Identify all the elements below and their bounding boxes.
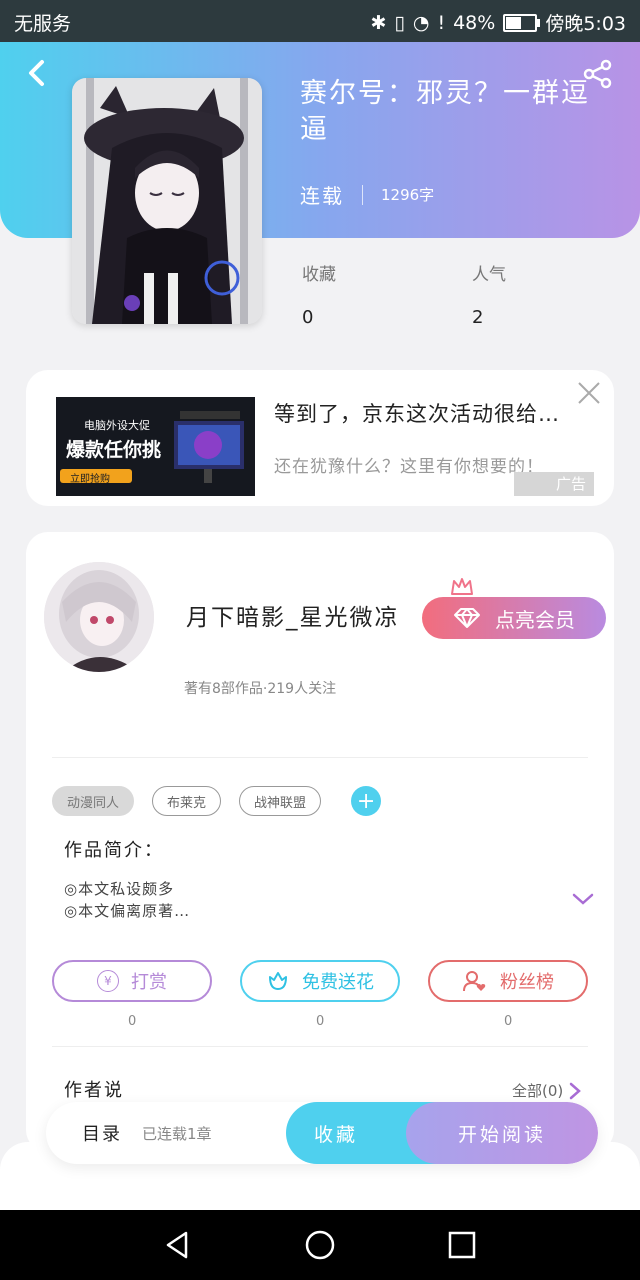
back-nav-icon[interactable] bbox=[160, 1227, 196, 1263]
ad-subtitle: 还在犹豫什么？这里有你想要的！ bbox=[274, 457, 544, 477]
vip-button[interactable]: 点亮会员 bbox=[422, 597, 606, 639]
tag-item[interactable]: 战神联盟 bbox=[239, 786, 322, 816]
add-tag-button[interactable]: + bbox=[351, 786, 382, 816]
author-stats: 著有8部作品·219人关注 bbox=[184, 681, 337, 697]
popularity-value: 2 bbox=[472, 307, 484, 328]
favorites-label: 收藏 bbox=[302, 265, 336, 285]
popularity-label: 人气 bbox=[472, 265, 506, 285]
send-flower-button[interactable]: 免费送花 bbox=[240, 960, 400, 1002]
system-nav-bar bbox=[0, 1210, 640, 1280]
author-say-title: 作者说 bbox=[64, 1080, 124, 1101]
start-reading-label: 开始阅读 bbox=[457, 1123, 546, 1146]
recents-nav-icon[interactable] bbox=[444, 1227, 480, 1263]
vibrate-icon: ▯ bbox=[394, 11, 405, 34]
ad-image-brand: 电脑外设大促 bbox=[84, 419, 150, 432]
intro-title: 作品简介： bbox=[64, 840, 164, 861]
reward-count: 0 bbox=[128, 1014, 137, 1029]
ad-title[interactable]: 等到了，京东这次活动很给… bbox=[274, 398, 560, 428]
vip-button-label: 点亮会员 bbox=[495, 607, 575, 632]
favorite-label: 收藏 bbox=[314, 1123, 359, 1146]
author-card: 月下暗影_星光微凉 点亮会员 著有8部作品·219人关注 动漫同人 布莱克 战神… bbox=[26, 532, 614, 1152]
favorites-stat: 收藏 0 bbox=[302, 260, 336, 328]
clock: 傍晚5:03 bbox=[545, 13, 626, 35]
fans-label: 粉丝榜 bbox=[500, 972, 554, 993]
carrier-label: 无服务 bbox=[14, 13, 72, 35]
toc-button[interactable]: 目录 bbox=[82, 1120, 122, 1146]
intro-line: ◎本文私设颇多 bbox=[64, 880, 175, 898]
bottom-action-bar: 目录 已连载1章 收藏 开始阅读 bbox=[46, 1102, 598, 1164]
bluetooth-icon: ✱ bbox=[370, 11, 387, 34]
ad-image-cta: 立即抢购 bbox=[70, 474, 110, 485]
section-divider bbox=[52, 757, 588, 758]
status-icons: ✱ ▯ ◔ ! 48% 傍晚5:03 bbox=[370, 9, 626, 36]
section-divider bbox=[52, 1046, 588, 1047]
intro-line: ◎本文偏离原著… bbox=[64, 902, 191, 920]
avatar[interactable] bbox=[44, 562, 154, 672]
reward-label: 打赏 bbox=[131, 972, 167, 993]
favorites-value: 0 bbox=[302, 307, 314, 328]
serial-status: 连载 bbox=[300, 184, 344, 208]
ad-image-headline: 爆款任你挑 bbox=[66, 439, 162, 461]
status-bar: 无服务 ✱ ▯ ◔ ! 48% 傍晚5:03 bbox=[0, 0, 640, 42]
wifi-icon: ◔ bbox=[412, 11, 430, 34]
reward-button[interactable]: ¥ 打赏 bbox=[52, 960, 212, 1002]
battery-icon bbox=[503, 13, 541, 32]
home-nav-icon[interactable] bbox=[302, 1227, 338, 1263]
diamond-icon bbox=[454, 608, 480, 628]
tag-list: 动漫同人 布莱克 战神联盟 + bbox=[52, 786, 382, 816]
ad-badge-label: 广告 bbox=[555, 475, 586, 493]
flower-label: 免费送花 bbox=[302, 972, 374, 993]
word-count: 1296字 bbox=[381, 186, 435, 204]
popularity-stat: 人气 2 bbox=[472, 260, 506, 328]
chevron-down-icon[interactable] bbox=[572, 892, 594, 906]
tag-item[interactable]: 布莱克 bbox=[152, 786, 222, 816]
crown-icon bbox=[451, 578, 473, 595]
back-icon[interactable] bbox=[22, 58, 52, 88]
ad-image[interactable]: 电脑外设大促 爆款任你挑 立即抢购 bbox=[56, 397, 255, 496]
meta-divider bbox=[362, 184, 363, 205]
author-name[interactable]: 月下暗影_星光微凉 bbox=[186, 598, 400, 632]
close-icon[interactable] bbox=[576, 380, 602, 406]
chevron-right-icon bbox=[570, 1082, 582, 1099]
alert-icon: ! bbox=[437, 11, 446, 34]
chapter-status: 已连载1章 bbox=[142, 1125, 212, 1143]
fans-rank-button[interactable]: 粉丝榜 bbox=[428, 960, 588, 1002]
book-cover-image[interactable] bbox=[72, 78, 262, 324]
battery-percent: 48% bbox=[453, 11, 496, 34]
flower-count: 0 bbox=[316, 1014, 325, 1029]
all-link-label: 全部(0) bbox=[512, 1082, 564, 1100]
start-reading-button[interactable]: 开始阅读 bbox=[406, 1102, 598, 1164]
ad-badge: 广告 bbox=[514, 472, 594, 496]
ad-banner[interactable]: 电脑外设大促 爆款任你挑 立即抢购 等到了，京东这次活动很给… 还在犹豫什么？这… bbox=[26, 370, 614, 506]
author-say-all-link[interactable]: 全部(0) bbox=[512, 1080, 582, 1101]
flower-icon bbox=[269, 972, 287, 990]
fans-count: 0 bbox=[504, 1014, 513, 1029]
user-heart-icon bbox=[463, 971, 486, 992]
book-title: 赛尔号：邪灵？一群逗逼 bbox=[300, 78, 590, 145]
tag-item[interactable]: 动漫同人 bbox=[52, 786, 135, 816]
yen-icon: ¥ bbox=[97, 970, 119, 992]
book-meta: 连载 1296字 bbox=[300, 180, 434, 209]
